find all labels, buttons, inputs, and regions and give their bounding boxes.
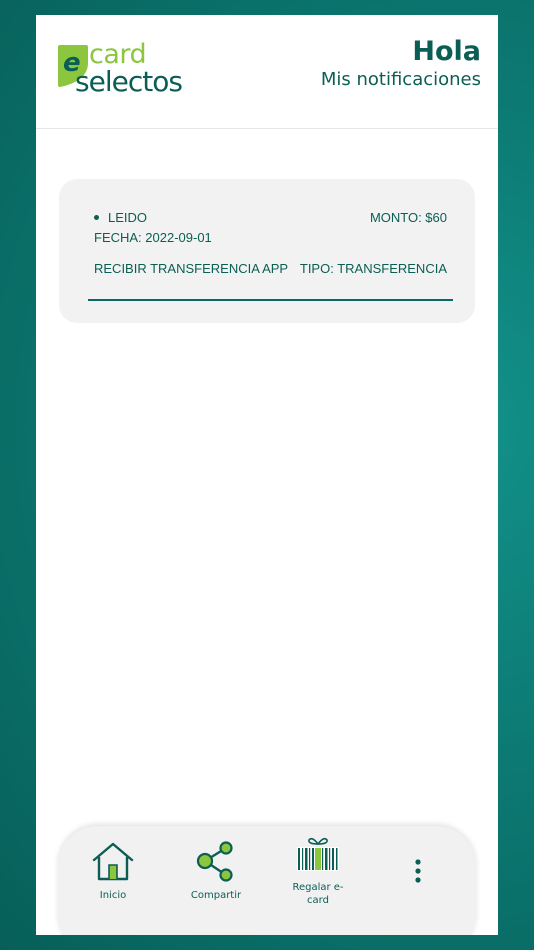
page-subtitle: Mis notificaciones [320, 69, 481, 90]
nav-home-button[interactable]: Inicio [88, 840, 138, 902]
nav-more-button[interactable] [408, 859, 428, 887]
nav-share-button[interactable]: Compartir [186, 840, 246, 902]
nav-gift-label-line1: Regalar e- [292, 882, 344, 893]
app-screen: e card selectos Hola Mis notificaciones … [36, 15, 498, 935]
notification-card[interactable]: LEIDO MONTO: $60 FECHA: 2022-09-01 RECIB… [59, 179, 475, 323]
card-divider [88, 299, 453, 301]
status-dot-icon [94, 215, 99, 220]
more-vertical-icon [415, 859, 421, 883]
home-icon [92, 842, 134, 881]
nav-gift-ecard-button[interactable]: Regalar e- card [286, 836, 350, 907]
share-icon [196, 841, 233, 882]
nav-home-label: Inicio [99, 890, 127, 901]
notification-description: RECIBIR TRANSFERENCIA APP [94, 261, 289, 276]
logo-selectos-text: selectos [75, 65, 183, 98]
greeting: Hola Mis notificaciones [321, 36, 481, 92]
notification-status: LEIDO [94, 210, 147, 225]
nav-gift-label-line2: card [307, 895, 329, 906]
notification-date: FECHA: 2022-09-01 [94, 230, 212, 245]
ecard-selectos-logo: e card selectos [56, 39, 186, 99]
gift-barcode-icon [297, 837, 339, 871]
bottom-navigation: Inicio Compartir Regalar e- card [58, 826, 476, 935]
greeting-title: Hola [412, 36, 481, 67]
notification-amount: MONTO: $60 [369, 210, 447, 225]
notification-type: TIPO: TRANSFERENCIA [299, 261, 447, 276]
status-label: LEIDO [108, 210, 148, 225]
nav-share-label: Compartir [190, 890, 242, 901]
header: e card selectos Hola Mis notificaciones [36, 15, 498, 129]
